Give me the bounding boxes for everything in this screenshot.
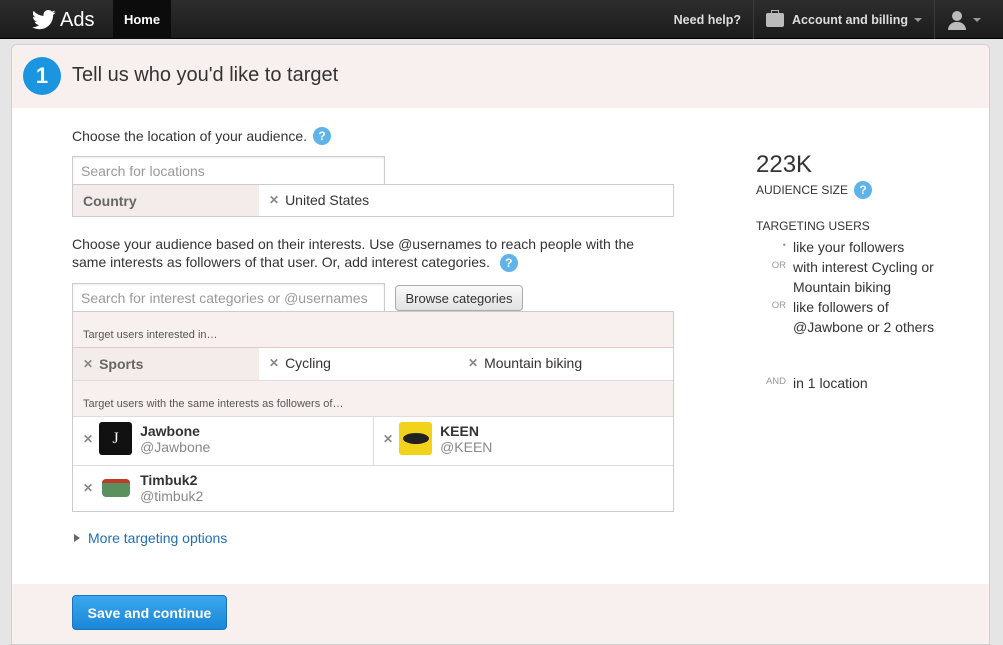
account-name: Timbuk2 [140, 471, 198, 488]
step-header: 1 Tell us who you'd like to target [12, 45, 989, 108]
help-icon[interactable]: ? [499, 254, 518, 272]
category-chip: ✕ Sports [73, 348, 259, 380]
account-chip: ✕ KEEN @KEEN [383, 422, 492, 455]
expand-triangle-icon [74, 534, 80, 542]
remove-icon[interactable]: ✕ [269, 193, 279, 207]
account-info: KEEN @KEEN [440, 423, 492, 455]
audience-size-label: AUDIENCE SIZE [756, 183, 849, 197]
interest-chip-label: Cycling [285, 355, 331, 371]
account-info: Jawbone @Jawbone [140, 423, 210, 455]
avatar [399, 422, 433, 455]
twitter-bird-icon [32, 10, 56, 30]
interest-chip-label: Mountain biking [484, 355, 583, 371]
help-icon[interactable]: ? [854, 181, 873, 199]
account-chip: ✕ J Jawbone @Jawbone [83, 422, 210, 455]
account-name: KEEN [440, 422, 479, 439]
briefcase-icon [766, 9, 785, 27]
location-question: Choose the location of your audience. ? [72, 127, 332, 145]
chevron-down-icon [914, 17, 922, 22]
avatar [99, 471, 133, 504]
user-menu[interactable] [934, 0, 1003, 39]
criteria-item: AND in 1 location [756, 373, 943, 393]
page-title: Tell us who you'd like to target [72, 64, 339, 86]
remove-icon[interactable]: ✕ [383, 432, 393, 446]
save-and-continue-button[interactable]: Save and continue [72, 595, 227, 630]
criteria-text: like your followers [793, 239, 905, 255]
account-billing-menu[interactable]: Account and billing [753, 0, 934, 39]
need-help-link[interactable]: Need help? [662, 0, 753, 39]
location-chip-label: United States [285, 192, 370, 208]
interest-search-input[interactable]: Search for interest categories or @usern… [72, 283, 385, 312]
category-chip-label: Sports [99, 356, 144, 372]
country-label: Country [73, 185, 259, 216]
user-icon [947, 10, 967, 30]
criteria-item: OR like followers of @Jawbone or 2 other… [756, 297, 943, 337]
criteria-conjunction: AND [765, 376, 786, 387]
more-targeting-options-link[interactable]: More targeting options [74, 530, 227, 546]
account-chip: ✕ Timbuk2 @timbuk2 [83, 471, 203, 504]
interests-selection-box: Target users interested in… ✕ Sports ✕ C… [72, 311, 674, 512]
location-selection-box: Country ✕ United States [72, 184, 674, 217]
account-name: Jawbone [140, 422, 200, 439]
interests-section-heading: Target users interested in… [73, 312, 673, 347]
interest-chip: ✕ Cycling [269, 355, 331, 371]
account-billing-label: Account and billing [792, 12, 908, 27]
keen-logo-icon [402, 433, 429, 444]
twitter-ads-logo[interactable]: Ads [32, 8, 94, 32]
divider [73, 465, 673, 466]
criteria-text: with interest Cycling or Mountain biking [793, 259, 934, 295]
interests-question: Choose your audience based on their inte… [72, 235, 672, 272]
remove-icon[interactable]: ✕ [269, 356, 279, 370]
card-footer: Save and continue [12, 584, 989, 644]
audience-size-value: 223K [756, 151, 813, 178]
targeting-users-heading: TARGETING USERS [756, 219, 870, 233]
remove-icon[interactable]: ✕ [83, 481, 93, 495]
nav-home-tab[interactable]: Home [113, 0, 171, 39]
location-search-input[interactable]: Search for locations [72, 156, 385, 185]
nav-right-group: Need help? Account and billing [662, 0, 1003, 39]
account-handle: @KEEN [440, 438, 493, 455]
criteria-conjunction: OR [771, 300, 786, 311]
brand-text: Ads [60, 8, 95, 31]
criteria-text: like followers of @Jawbone or 2 others [793, 299, 935, 335]
criteria-conjunction: OR [771, 260, 786, 271]
location-question-text: Choose the location of your audience. [72, 128, 308, 144]
interests-question-text: Choose your audience based on their inte… [72, 236, 635, 270]
more-targeting-options-label: More targeting options [88, 530, 228, 546]
criteria-item: OR with interest Cycling or Mountain bik… [756, 257, 943, 297]
interest-chip: ✕ Mountain biking [468, 355, 582, 371]
targeting-card: 1 Tell us who you'd like to target Choos… [11, 44, 990, 645]
avatar: J [99, 422, 133, 455]
top-navigation-bar: Ads Home Need help? Account and billing [0, 0, 1003, 39]
step-number-badge: 1 [23, 57, 61, 95]
account-info: Timbuk2 @timbuk2 [140, 472, 203, 504]
criteria-item: • like your followers [756, 237, 943, 257]
help-icon[interactable]: ? [313, 127, 332, 145]
divider [373, 416, 374, 465]
criteria-conjunction: • [782, 240, 786, 251]
chevron-down-icon [973, 17, 981, 22]
messenger-bag-icon [101, 478, 130, 497]
account-handle: @Jawbone [140, 438, 211, 455]
criteria-text: in 1 location [793, 375, 868, 391]
browse-categories-button[interactable]: Browse categories [395, 285, 523, 311]
remove-icon[interactable]: ✕ [83, 432, 93, 446]
followers-section-heading: Target users with the same interests as … [73, 381, 673, 416]
remove-icon[interactable]: ✕ [83, 357, 93, 371]
remove-icon[interactable]: ✕ [468, 356, 478, 370]
audience-size-label-row: AUDIENCE SIZE ? [756, 181, 873, 199]
location-chip: ✕ United States [269, 192, 369, 208]
account-handle: @timbuk2 [140, 487, 204, 504]
